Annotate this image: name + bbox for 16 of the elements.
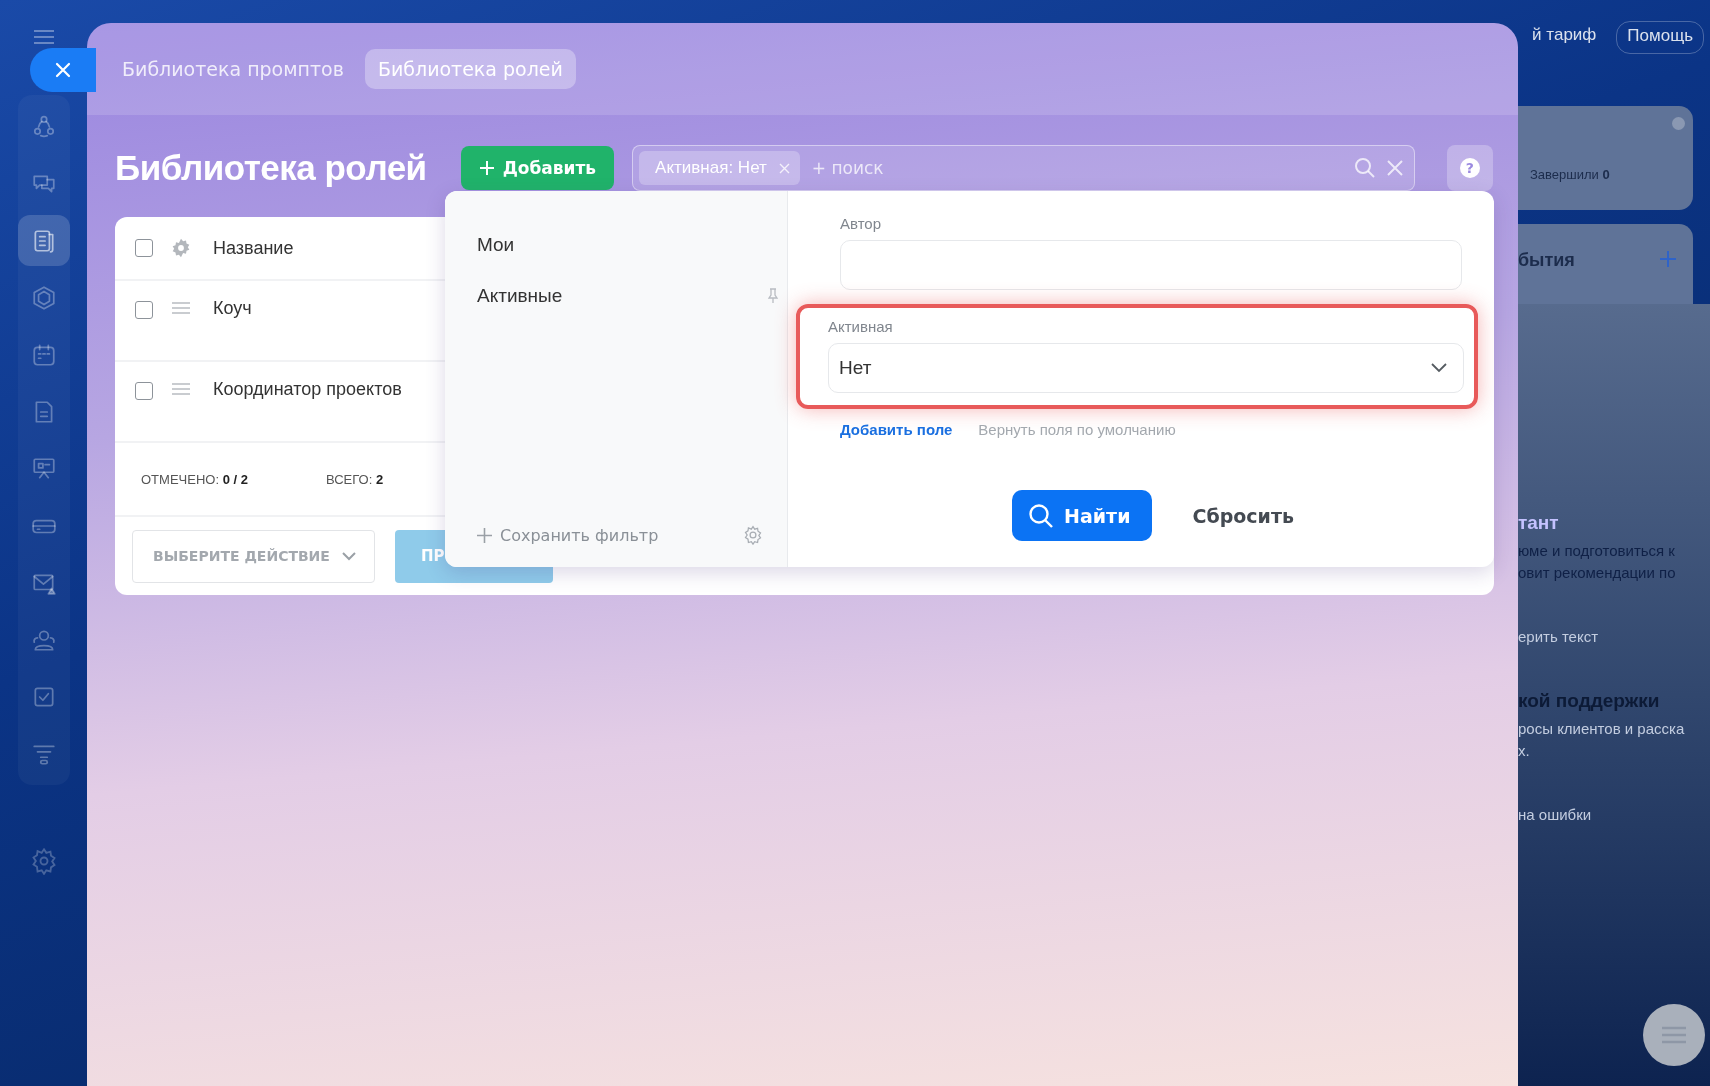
block-title: тант [1518,512,1560,534]
table-cell: Коуч [213,298,252,319]
field-label: Активная [828,318,894,335]
field-label: Автор [840,215,883,232]
block-text: ерить текст [1518,627,1600,647]
block-title: кой поддержки [1518,690,1661,712]
total-count: ВСЕГО: 2 [325,471,384,487]
page-title: Библиотека ролей [115,148,427,188]
marked-count: ОТМЕЧЕНО: 0 / 2 [141,471,248,487]
stat-text: Завершили 0 [1530,167,1610,182]
block-text: на ошибки [1518,805,1593,825]
table-cell: Координатор проектов [213,379,402,400]
block-text: х. [1518,741,1531,761]
column-header: Название [213,237,294,259]
block-text: росы клиентов и расска [1518,719,1686,739]
card-title: бытия [1518,250,1575,271]
